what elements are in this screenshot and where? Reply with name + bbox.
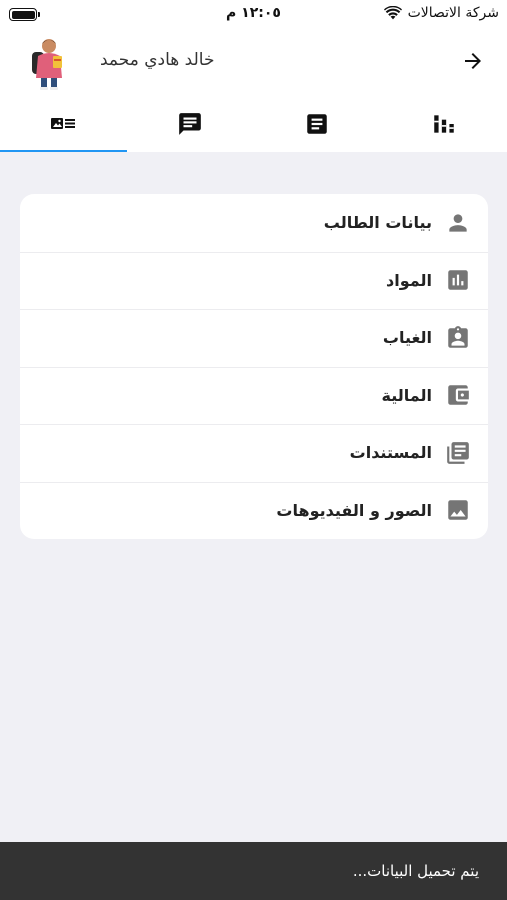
image-icon xyxy=(442,494,474,526)
carrier-name: شركة الاتصالات xyxy=(407,5,499,21)
student-avatar[interactable] xyxy=(26,34,72,90)
menu-item-subjects[interactable]: المواد xyxy=(20,251,488,310)
app-header: خالد هادي محمد xyxy=(0,28,507,96)
menu-item-media[interactable]: الصور و الفيديوهات xyxy=(20,481,488,540)
menu-item-label: الصور و الفيديوهات xyxy=(276,500,432,520)
tab-student-card[interactable] xyxy=(0,96,127,152)
menu-item-label: الغياب xyxy=(382,328,432,348)
document-icon xyxy=(307,114,327,134)
status-right: شركة الاتصالات xyxy=(383,5,499,21)
tab-documents[interactable] xyxy=(254,96,381,152)
library-books-icon xyxy=(442,437,474,469)
menu-item-label: المستندات xyxy=(349,443,432,463)
arrow-right-icon xyxy=(465,53,481,69)
tab-messages[interactable] xyxy=(127,96,254,152)
assessment-icon xyxy=(442,264,474,296)
menu-item-label: المواد xyxy=(386,270,432,290)
student-card-icon xyxy=(51,118,76,129)
menu-item-student-data[interactable]: بيانات الطالب xyxy=(20,194,488,252)
snackbar-text: يتم تحميل البيانات... xyxy=(352,862,479,880)
chat-icon xyxy=(179,113,201,135)
tab-statistics[interactable] xyxy=(380,96,507,152)
person-icon xyxy=(442,207,474,239)
tab-bar xyxy=(0,96,507,152)
loading-snackbar: يتم تحميل البيانات... xyxy=(0,842,507,900)
wifi-icon xyxy=(383,6,402,20)
menu-item-documents[interactable]: المستندات xyxy=(20,424,488,482)
assignment-ind-icon xyxy=(442,322,474,354)
menu-item-label: بيانات الطالب xyxy=(323,213,432,233)
wallet-icon xyxy=(442,379,474,411)
student-name: خالد هادي محمد xyxy=(100,50,215,70)
menu-item-finance[interactable]: المالية xyxy=(20,366,488,425)
menu-card: بيانات الطالب المواد الغياب المالية المس… xyxy=(20,194,488,539)
back-button[interactable] xyxy=(458,46,488,76)
menu-item-label: المالية xyxy=(381,385,432,405)
bar-chart-icon xyxy=(433,115,454,133)
menu-item-absence[interactable]: الغياب xyxy=(20,309,488,367)
status-bar: ١٢:٠٥ م شركة الاتصالات xyxy=(0,0,507,28)
